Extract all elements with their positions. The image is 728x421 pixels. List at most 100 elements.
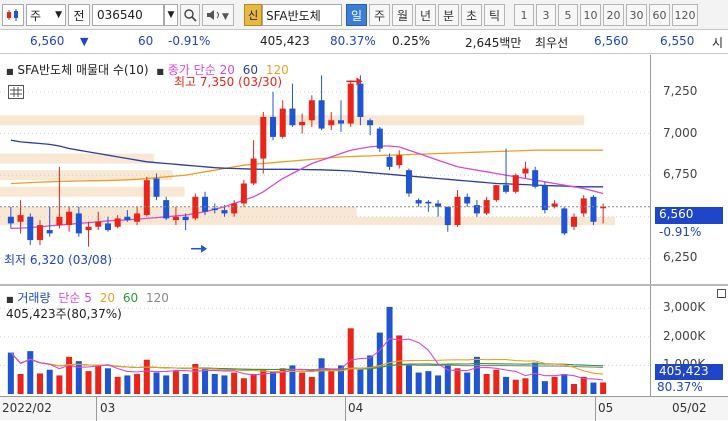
price-summary-bar: 6,560 ▼ 60 -0.91% 405,423 80.37% 0.25% 2… [0,30,728,54]
candle-body [367,120,374,126]
volume-bar [75,361,82,394]
volume-bar [85,371,92,394]
stock-code-input[interactable]: 036540 [92,4,164,26]
period-button[interactable]: 월 [392,4,413,26]
trade-amount: 2,645백만 [465,36,522,50]
candle-body [337,120,344,124]
candle [85,221,92,247]
candle-body [66,211,73,226]
candle-body [270,116,277,137]
credit-badge[interactable]: 신 [244,4,262,26]
chart-type-icon[interactable] [2,4,24,26]
trade-volume: 405,423 [260,34,310,48]
candle-body [231,203,238,214]
interval-button[interactable]: 5 [558,4,578,26]
type-select[interactable]: 전 [68,4,90,26]
volume-bar [308,376,315,394]
current-volume-tag: 405,423 [655,364,723,380]
candle-body [36,225,43,241]
interval-button[interactable]: 60 [649,4,670,26]
volume-bar [435,375,442,394]
interval-button[interactable]: 20 [603,4,624,26]
period-button[interactable]: 주 [369,4,390,26]
volume-bar [580,376,587,394]
legend-marker: ■ [156,67,164,76]
date-label: 04 [348,401,364,415]
price-tick-label: 6,750 [663,167,698,182]
type-select-label: 전 [73,8,85,23]
price-chart-title: SFA반도체 매물대 수(10) [17,63,149,77]
candle [493,185,500,202]
ask-price: 6,560 [594,34,629,48]
candle-body [512,175,519,192]
candle-body [85,226,92,231]
stock-name-field: SFA반도체 [262,4,342,26]
candle-body [580,198,587,214]
candle-body [376,128,383,149]
volume-bar [36,373,43,394]
volume-bar [202,368,209,394]
volume-axis: 3,000K2,000K1,000K 405,423 80.37% [651,286,728,396]
period-button[interactable]: 틱 [484,4,505,26]
volume-bar [405,365,412,394]
candle [532,166,539,189]
candle-body [124,216,131,221]
candle-body [56,216,63,226]
volume-bar [182,374,189,394]
period-button[interactable]: 일 [346,4,367,26]
search-button[interactable] [180,4,200,26]
chevron-down-icon: ▼ [55,10,62,20]
volume-bar [124,375,131,394]
price-change: 60 [138,34,154,48]
candle [483,196,490,216]
volume-tick-label: 3,000K [663,300,706,315]
low-arrow-head [201,244,208,253]
change-rate: -0.91% [168,34,211,48]
candle-body [299,121,306,126]
candle [347,80,354,127]
candle-body [464,196,471,204]
sound-button[interactable]: ▼ [202,4,234,26]
candle [202,191,209,216]
volume-bar [211,374,218,394]
svg-text:▼: ▼ [222,12,229,22]
date-label: 2022/02 [2,401,52,415]
volume-bar [231,372,238,394]
legend-marker: ■ [6,67,14,76]
period-button[interactable]: 초 [461,4,482,26]
grid-toggle-button[interactable] [8,85,24,99]
market-select[interactable]: 주 ▼ [26,4,66,26]
candle [454,190,461,227]
period-button[interactable]: 분 [438,4,459,26]
collapse-pane-button[interactable] [717,289,726,298]
price-chart[interactable]: ■ SFA반도체 매물대 수(10) ■ 종가 단순 20 60 120 최고 … [0,55,651,285]
bid-price: 6,550 [660,34,695,48]
candle-body [182,216,189,221]
current-volume-ratio: 80.37% [657,380,703,394]
candle [464,193,471,207]
volume-bar [46,369,53,394]
interval-button[interactable]: 1 [514,4,534,26]
volume-bar [27,351,34,394]
candle-body [260,116,267,159]
interval-button[interactable]: 3 [536,4,556,26]
code-dropdown-button[interactable]: ▼ [164,4,178,26]
interval-button[interactable]: 10 [580,4,601,26]
candle-body [503,185,510,192]
interval-button[interactable]: 120 [672,4,698,26]
volume-bar [522,378,529,394]
volume-bar [17,374,24,394]
volume-ma5-legend: 5 [84,291,92,305]
candle-body [289,108,296,126]
volume-chart[interactable]: ■ 거래량 단순 5 20 60 120 405,423주(80,37%) [0,286,651,396]
candle-body [17,215,24,222]
stock-code-value: 036540 [97,8,143,22]
interval-button[interactable]: 30 [626,4,647,26]
period-button[interactable]: 년 [415,4,436,26]
volume-bar [299,372,306,394]
volume-chart-legend: ■ 거래량 단순 5 20 60 120 [6,289,169,306]
minus-icon [719,297,724,298]
candle [512,173,519,194]
candle [522,161,529,179]
volume-bar [600,382,607,394]
